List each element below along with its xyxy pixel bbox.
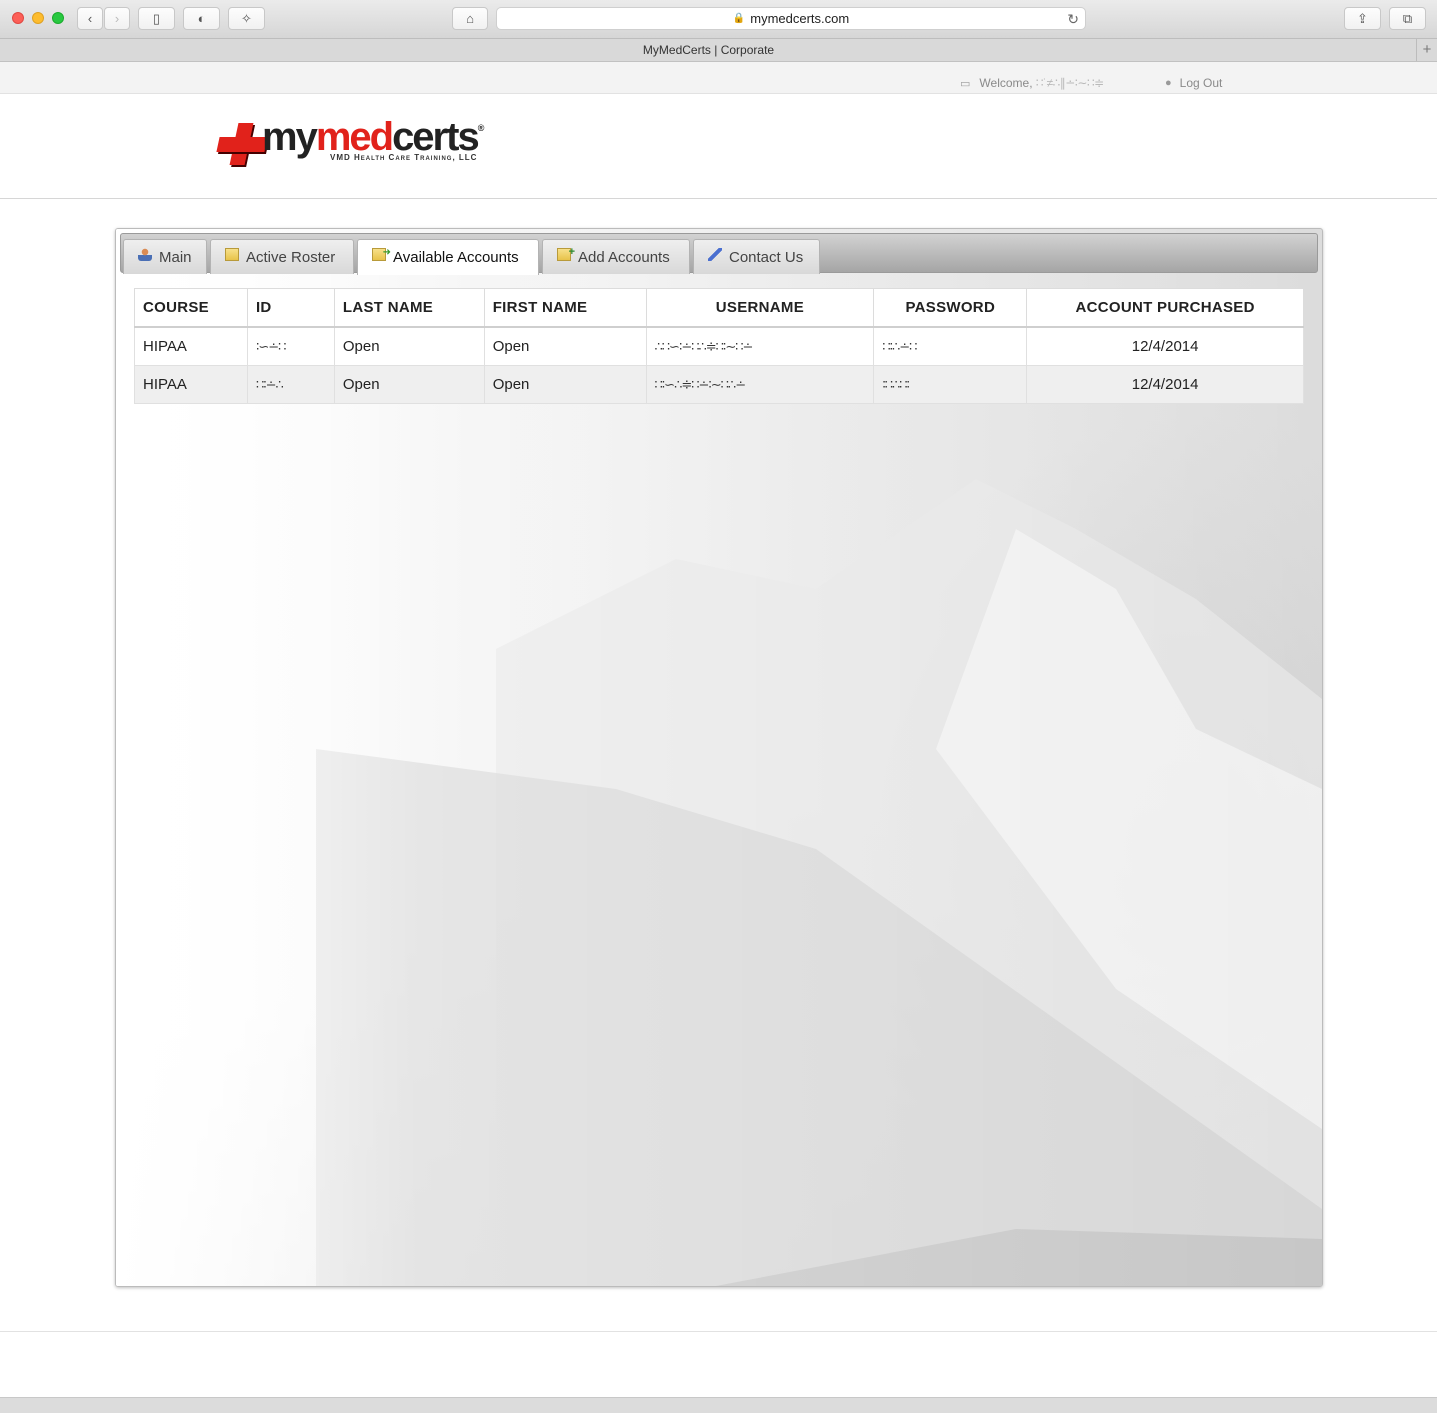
table-row[interactable]: HIPAA ∶∽∸∷ Open Open ∴∷∽∶∸∷∴≑∷∶∼∷∸ ∷∶∴∸∷… <box>134 326 1304 366</box>
browser-tab-bar: MyMedCerts | Corporate + <box>0 39 1437 62</box>
extension2-button[interactable]: ✧ <box>228 7 265 30</box>
tab-add-accounts[interactable]: Add Accounts <box>542 239 690 274</box>
main-panel: Main Active Roster Available Accounts Ad… <box>115 228 1323 1287</box>
tab-main-label: Main <box>159 248 192 266</box>
welcome-label: Welcome, <box>979 76 1033 90</box>
forward-button[interactable]: › <box>104 7 130 30</box>
tab-active-roster-label: Active Roster <box>246 248 336 266</box>
column-header-username[interactable]: USERNAME <box>645 288 875 328</box>
folder-icon <box>225 247 239 261</box>
cell-password: ∶∷∴∷∶ <box>873 365 1028 404</box>
tabs-overview-button[interactable]: ⧉ <box>1389 7 1426 30</box>
reload-icon[interactable]: ↻ <box>1067 11 1079 28</box>
shield-icon: ◐ <box>197 11 206 26</box>
column-header-last-name[interactable]: LAST NAME <box>333 288 485 328</box>
plus-icon: + <box>1422 41 1432 58</box>
pen-icon <box>708 247 722 261</box>
welcome-area: ▭ Welcome, ∷˙≠∴∥∸∶∼∷≑ <box>960 76 1104 90</box>
back-button[interactable]: ‹ <box>77 7 103 30</box>
sidebar-icon: ▯ <box>152 10 161 26</box>
cell-id: ∷∶∸∴ <box>246 365 335 404</box>
site-logo[interactable]: mymedcerts® VMD Health Care Training, LL… <box>218 115 518 171</box>
cell-username: ∷∶∽∴≑∷∸∶∼∷∴∸ <box>645 365 875 404</box>
tab-contact-us-label: Contact Us <box>729 248 804 266</box>
share-button[interactable]: ⇪ <box>1344 7 1381 30</box>
window-minimize-button[interactable] <box>32 12 44 24</box>
address-bar[interactable]: 🔒 mymedcerts.com ↻ <box>496 7 1086 30</box>
home-icon: ⌂ <box>466 11 474 26</box>
site-top-strip: ▭ Welcome, ∷˙≠∴∥∸∶∼∷≑ ● Log Out <box>0 62 1437 94</box>
cell-last-name: Open <box>333 326 485 366</box>
column-header-password[interactable]: PASSWORD <box>873 288 1028 328</box>
window-maximize-button[interactable] <box>52 12 64 24</box>
cell-account-purchased: 12/4/2014 <box>1026 365 1304 404</box>
table-header-row: COURSE ID LAST NAME FIRST NAME USERNAME … <box>134 288 1304 328</box>
chevron-right-icon: › <box>114 11 120 26</box>
monitor-icon: ▭ <box>960 77 971 90</box>
folder-arrow-icon <box>372 247 391 261</box>
column-header-course[interactable]: COURSE <box>134 288 248 328</box>
tab-add-accounts-label: Add Accounts <box>578 248 670 266</box>
tab-main[interactable]: Main <box>123 239 207 274</box>
red-cross-icon <box>218 123 266 167</box>
tabs-icon: ⧉ <box>1402 10 1413 26</box>
cell-username: ∴∷∽∶∸∷∴≑∷∶∼∷∸ <box>645 326 875 366</box>
welcome-username: ∷˙≠∴∥∸∶∼∷≑ <box>1035 76 1104 90</box>
logout-link[interactable]: ● Log Out <box>1165 76 1222 90</box>
new-tab-button[interactable]: + <box>1416 39 1437 61</box>
cell-id: ∶∽∸∷ <box>246 326 335 366</box>
column-header-id[interactable]: ID <box>246 288 335 328</box>
logo-band: mymedcerts® VMD Health Care Training, LL… <box>0 94 1437 199</box>
footer-divider <box>0 1331 1437 1332</box>
sidebar-toggle-button[interactable]: ▯ <box>138 7 175 30</box>
puzzle-icon: ✧ <box>241 10 252 26</box>
column-header-account-purchased[interactable]: ACCOUNT PURCHASED <box>1026 288 1304 328</box>
home-button[interactable]: ⌂ <box>452 7 488 30</box>
bottom-bar <box>0 1397 1437 1413</box>
tab-available-accounts-label: Available Accounts <box>393 249 519 266</box>
lock-icon: 🔒 <box>732 13 746 24</box>
folder-add-icon <box>557 246 575 261</box>
column-header-first-name[interactable]: FIRST NAME <box>483 288 647 328</box>
cell-last-name: Open <box>333 365 485 404</box>
cell-course: HIPAA <box>134 365 248 404</box>
cell-account-purchased: 12/4/2014 <box>1026 326 1304 366</box>
browser-tab-title[interactable]: MyMedCerts | Corporate <box>0 43 1417 57</box>
url-text: mymedcerts.com <box>750 11 850 26</box>
browser-toolbar: ‹ › ▯ ◐ ✧ ⌂ 🔒 mymedcerts.com ↻ ⇪ ⧉ <box>0 0 1437 39</box>
tab-available-accounts[interactable]: Available Accounts <box>357 239 539 275</box>
cell-course: HIPAA <box>134 326 248 366</box>
share-icon: ⇪ <box>1357 10 1368 26</box>
user-icon <box>138 247 152 261</box>
cell-first-name: Open <box>483 326 647 366</box>
tab-contact-us[interactable]: Contact Us <box>693 239 820 274</box>
accounts-table: COURSE ID LAST NAME FIRST NAME USERNAME … <box>134 288 1304 404</box>
extension-button[interactable]: ◐ <box>183 7 220 30</box>
cell-password: ∷∶∴∸∷ <box>873 326 1028 366</box>
chevron-left-icon: ‹ <box>87 11 93 26</box>
logo-tagline: VMD Health Care Training, LLC <box>330 153 478 162</box>
tab-active-roster[interactable]: Active Roster <box>210 239 354 274</box>
table-row[interactable]: HIPAA ∷∶∸∴ Open Open ∷∶∽∴≑∷∸∶∼∷∴∸ ∶∷∴∷∶ … <box>134 365 1304 404</box>
user-icon: ● <box>1165 77 1172 89</box>
tab-strip: Main Active Roster Available Accounts Ad… <box>120 233 1318 275</box>
window-close-button[interactable] <box>12 12 24 24</box>
cell-first-name: Open <box>483 365 647 404</box>
logout-label[interactable]: Log Out <box>1180 76 1223 90</box>
